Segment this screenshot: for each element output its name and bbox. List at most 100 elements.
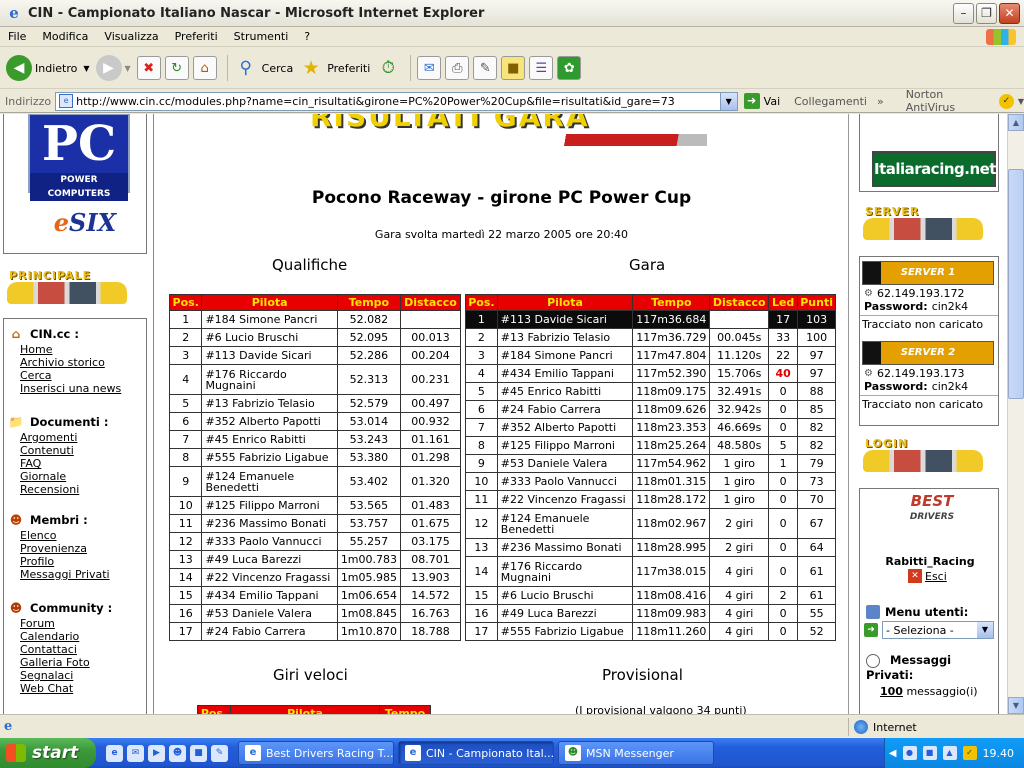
mail-icon[interactable]: ✉ bbox=[417, 56, 442, 80]
link-recensioni[interactable]: Recensioni bbox=[20, 483, 148, 496]
history-icon[interactable]: ⏱ bbox=[376, 56, 400, 80]
note-icon[interactable]: ■ bbox=[501, 56, 526, 80]
address-dropdown-icon[interactable]: ▼ bbox=[719, 92, 737, 110]
menu-preferiti[interactable]: Preferiti bbox=[167, 30, 226, 43]
col-header-tempo[interactable]: Tempo bbox=[336, 294, 402, 311]
menu-modifica[interactable]: Modifica bbox=[34, 30, 96, 43]
cell-pos: 12 bbox=[465, 508, 498, 539]
link-galleria-foto[interactable]: Galleria Foto bbox=[20, 656, 148, 669]
col-header-distacco[interactable]: Distacco bbox=[709, 294, 770, 311]
link-giornale[interactable]: Giornale bbox=[20, 470, 148, 483]
forward-button[interactable]: ▶ ▼ bbox=[95, 55, 131, 81]
best-drivers-logo[interactable]: BEST DRIVERS bbox=[884, 493, 980, 547]
pc-power-logo[interactable]: PC POWER COMPUTERS bbox=[28, 114, 130, 201]
link-provenienza[interactable]: Provenienza bbox=[20, 542, 148, 555]
messages-count-link[interactable]: 100 bbox=[880, 685, 903, 698]
links-button[interactable]: Collegamenti bbox=[794, 95, 867, 108]
favorites-button[interactable]: ★ Preferiti bbox=[299, 56, 371, 80]
menu-help[interactable]: ? bbox=[296, 30, 318, 43]
user-menu-select[interactable]: - Seleziona - ▼ bbox=[882, 621, 994, 639]
minimize-button[interactable]: – bbox=[953, 3, 974, 24]
address-input[interactable]: e http://www.cin.cc/modules.php?name=cin… bbox=[55, 91, 738, 111]
edit-icon[interactable]: ✎ bbox=[473, 56, 498, 80]
home-icon[interactable]: ⌂ bbox=[192, 56, 217, 80]
maximize-button[interactable]: ❐ bbox=[976, 3, 997, 24]
link-web-chat[interactable]: Web Chat bbox=[20, 682, 148, 695]
cell-pos: 4 bbox=[465, 364, 498, 383]
go-arrow-icon[interactable]: ➜ bbox=[864, 623, 878, 637]
link-profilo[interactable]: Profilo bbox=[20, 555, 148, 568]
search-button[interactable]: ⚲ Cerca bbox=[234, 56, 293, 80]
tray-icon[interactable]: ■ bbox=[922, 746, 937, 760]
stop-icon[interactable]: ✖ bbox=[136, 56, 161, 80]
scroll-down-icon[interactable]: ▼ bbox=[1008, 697, 1024, 714]
link-faq[interactable]: FAQ bbox=[20, 457, 148, 470]
refresh-icon[interactable]: ↻ bbox=[164, 56, 189, 80]
task-msn[interactable]: ☻ MSN Messenger bbox=[558, 741, 714, 765]
italiaracing-logo[interactable]: Italiaracing.net bbox=[872, 151, 996, 187]
link-argomenti[interactable]: Argomenti bbox=[20, 431, 148, 444]
research-icon[interactable]: ☰ bbox=[529, 56, 554, 80]
cell-punti: 85 bbox=[797, 400, 836, 419]
col-header-pilota[interactable]: Pilota bbox=[229, 705, 381, 714]
chevron-down-icon[interactable]: ▼ bbox=[83, 64, 89, 73]
col-header-tempo[interactable]: Tempo bbox=[379, 705, 431, 714]
col-header-pilota[interactable]: Pilota bbox=[496, 294, 634, 311]
print-icon[interactable]: ⎙ bbox=[445, 56, 470, 80]
task-best-drivers[interactable]: e Best Drivers Racing T... bbox=[238, 741, 394, 765]
chevron-down-icon[interactable]: ▼ bbox=[1018, 97, 1024, 106]
app-icon[interactable]: ✎ bbox=[211, 744, 228, 762]
col-header-distacco[interactable]: Distacco bbox=[400, 294, 461, 311]
messenger-icon[interactable]: ✿ bbox=[557, 56, 582, 80]
chevron-left-icon[interactable]: ◀ bbox=[889, 748, 897, 759]
link-calendario[interactable]: Calendario bbox=[20, 630, 148, 643]
link-segnalaci[interactable]: Segnalaci bbox=[20, 669, 148, 682]
col-header-punti[interactable]: Punti bbox=[797, 294, 836, 311]
chevron-down-icon[interactable]: ▼ bbox=[125, 64, 131, 73]
outlook-icon[interactable]: ✉ bbox=[127, 744, 144, 762]
link-home[interactable]: Home bbox=[20, 343, 148, 356]
menu-visualizza[interactable]: Visualizza bbox=[96, 30, 166, 43]
close-button[interactable]: ✕ bbox=[999, 3, 1020, 24]
start-button[interactable]: start bbox=[0, 738, 96, 768]
go-button[interactable]: ➜ Vai bbox=[743, 93, 780, 109]
menu-file[interactable]: File bbox=[0, 30, 34, 43]
media-player-icon[interactable]: ▶ bbox=[148, 744, 165, 762]
link-messaggi-privati[interactable]: Messaggi Privati bbox=[20, 568, 148, 581]
tray-icon[interactable]: ● bbox=[902, 746, 917, 760]
logout-link[interactable]: ✕ Esci bbox=[908, 569, 947, 583]
system-tray: ◀ ● ■ ▲ ✓ 19.40 bbox=[884, 738, 1024, 768]
messenger-quicklaunch-icon[interactable]: ☻ bbox=[169, 744, 186, 762]
ie-quicklaunch-icon[interactable]: e bbox=[106, 744, 123, 762]
col-header-pilota[interactable]: Pilota bbox=[201, 294, 338, 311]
server-2-badge: SERVER 2 bbox=[862, 341, 994, 365]
col-header-pos[interactable]: Pos. bbox=[197, 705, 231, 714]
chevron-down-icon[interactable]: ▼ bbox=[977, 622, 993, 638]
norton-tray-icon[interactable]: ✓ bbox=[962, 746, 977, 760]
link-contattaci[interactable]: Contattaci bbox=[20, 643, 148, 656]
link-archivio-storico[interactable]: Archivio storico bbox=[20, 356, 148, 369]
link-contenuti[interactable]: Contenuti bbox=[20, 444, 148, 457]
vertical-scrollbar[interactable]: ▲ ▼ bbox=[1007, 114, 1024, 714]
col-header-pos[interactable]: Pos. bbox=[168, 294, 203, 311]
link-inserisci-news[interactable]: Inserisci una news bbox=[20, 382, 148, 395]
col-header-led[interactable]: Led bbox=[768, 294, 799, 311]
col-header-pos[interactable]: Pos. bbox=[465, 294, 498, 311]
back-button[interactable]: ◀ Indietro ▼ bbox=[6, 55, 90, 81]
link-forum[interactable]: Forum bbox=[20, 617, 148, 630]
col-header-tempo[interactable]: Tempo bbox=[632, 294, 711, 311]
link-elenco[interactable]: Elenco bbox=[20, 529, 148, 542]
menu-strumenti[interactable]: Strumenti bbox=[226, 30, 297, 43]
scroll-thumb[interactable] bbox=[1008, 169, 1024, 399]
app-icon[interactable]: ■ bbox=[190, 744, 207, 762]
cell-pilota: #236 Massimo Bonati bbox=[496, 538, 634, 557]
scroll-up-icon[interactable]: ▲ bbox=[1008, 114, 1024, 131]
tray-icon[interactable]: ▲ bbox=[942, 746, 957, 760]
link-cerca[interactable]: Cerca bbox=[20, 369, 148, 382]
norton-antivirus-button[interactable]: Norton AntiVirus ✓ ▼ bbox=[906, 88, 1024, 114]
esix-logo[interactable]: eSIX bbox=[36, 201, 134, 245]
address-url[interactable]: http://www.cin.cc/modules.php?name=cin_r… bbox=[76, 95, 675, 108]
chevron-right-icon[interactable]: » bbox=[877, 95, 884, 108]
task-cin[interactable]: e CIN - Campionato Ital... bbox=[398, 741, 554, 765]
cell-pos: 2 bbox=[168, 328, 203, 347]
